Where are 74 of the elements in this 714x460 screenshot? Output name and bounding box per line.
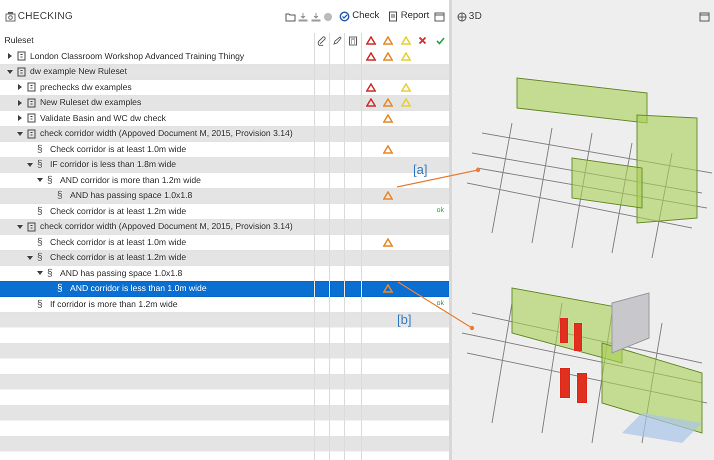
- collapse-arrow-icon[interactable]: [36, 176, 44, 184]
- ruleset-icon: [27, 82, 36, 92]
- section-symbol: §: [37, 251, 44, 266]
- pencil-icon: [332, 36, 342, 46]
- toolbar-button[interactable]: Check: [337, 9, 382, 24]
- rule-label: Check corridor is at least 1.2m wide: [50, 251, 186, 264]
- ruleset-icon: [27, 113, 36, 124]
- section-symbol: §: [57, 282, 64, 296]
- section-symbol: §: [47, 266, 54, 281]
- folder-icon[interactable]: [285, 12, 296, 22]
- camera-icon: [4, 11, 16, 22]
- maximize-icon[interactable]: [434, 12, 444, 22]
- ruleset-icon: [17, 51, 26, 62]
- warning-icon: [383, 36, 394, 46]
- section-symbol: §: [37, 158, 44, 172]
- callout-label: [b]: [397, 311, 412, 329]
- rule-label: AND corridor is less than 1.0m wide: [70, 282, 207, 296]
- globe-icon: [456, 12, 466, 22]
- expand-arrow-icon[interactable]: [16, 98, 24, 107]
- expand-arrow-icon[interactable]: [16, 83, 24, 92]
- check-circle-icon: [339, 11, 350, 22]
- rule-label: IF corridor is less than 1.8m wide: [50, 158, 176, 172]
- ruleset-icon: [17, 66, 26, 77]
- paperclip-icon: [317, 36, 327, 46]
- expand-arrow-icon[interactable]: [16, 114, 24, 122]
- panel-title: CHECKING: [18, 10, 73, 24]
- ruleset-icon: [27, 222, 36, 232]
- collapse-arrow-icon[interactable]: [6, 68, 14, 76]
- tree-row[interactable]: New Ruleset dw examples: [0, 95, 449, 110]
- download-icon[interactable]: [310, 12, 321, 22]
- tree-row[interactable]: § AND corridor is less than 1.0m wide: [0, 281, 449, 296]
- section-symbol: §: [47, 174, 54, 188]
- rule-label: check corridor width (Appoved Document M, 2015, Provision 3.14): [40, 127, 293, 140]
- collapse-arrow-icon[interactable]: [26, 254, 34, 262]
- rule-label: New Ruleset dw examples: [40, 96, 142, 110]
- rule-label: Check corridor is at least 1.0m wide: [50, 142, 186, 156]
- collapse-arrow-icon[interactable]: [16, 222, 24, 231]
- ruleset-icon: [27, 128, 36, 139]
- toolbar-button[interactable]: Report: [386, 9, 432, 24]
- section-symbol: §: [57, 189, 64, 204]
- rule-label: prechecks dw examples: [40, 80, 132, 94]
- rule-label: Check corridor is at least 1.0m wide: [50, 236, 186, 249]
- rule-label: AND has passing space 1.0x1.8: [70, 189, 192, 202]
- rule-label: Check corridor is at least 1.2m wide: [50, 204, 186, 218]
- document-icon: [388, 11, 399, 22]
- section-symbol: §: [37, 142, 44, 157]
- rule-label: If corridor is more than 1.2m wide: [50, 298, 178, 311]
- panel-title: 3D: [468, 10, 482, 24]
- rule-label: dw example New Ruleset: [30, 65, 127, 78]
- tree-row[interactable]: check corridor width (Appoved Document M, 2015, Provision 3.14): [0, 219, 449, 234]
- rule-label: check corridor width (Appoved Document M, 2015, Provision 3.14): [40, 220, 293, 234]
- tree-row[interactable]: check corridor width (Appoved Document M, 2015, Provision 3.14): [0, 126, 449, 142]
- rule-label: AND has passing space 1.0x1.8: [60, 266, 182, 280]
- tree-row[interactable]: § AND has passing space 1.0x1.8: [0, 188, 449, 204]
- maximize-icon[interactable]: [698, 12, 710, 22]
- calculator-icon: [348, 36, 358, 46]
- collapse-arrow-icon[interactable]: [36, 269, 44, 278]
- rule-label: AND corridor is more than 1.2m wide: [60, 174, 201, 187]
- close-icon: [418, 36, 428, 46]
- expand-arrow-icon[interactable]: [6, 52, 14, 60]
- section-symbol: §: [37, 236, 44, 250]
- section-symbol: §: [37, 204, 44, 219]
- warning-icon: [366, 36, 376, 46]
- ruleset-icon: [27, 98, 36, 108]
- collapse-arrow-icon[interactable]: [26, 160, 34, 169]
- column-header: Ruleset: [4, 34, 34, 48]
- checkmark-icon: [436, 36, 445, 46]
- collapse-arrow-icon[interactable]: [16, 130, 24, 138]
- section-symbol: §: [37, 298, 44, 312]
- rule-label: London Classroom Workshop Advanced Training Thingy: [30, 50, 244, 63]
- rule-label: Validate Basin and WC dw check: [40, 112, 166, 125]
- warning-icon: [400, 36, 411, 46]
- tree-row[interactable]: § Check corridor is at least 1.2m wide: [0, 250, 449, 266]
- tree-row[interactable]: dw example New Ruleset: [0, 64, 449, 80]
